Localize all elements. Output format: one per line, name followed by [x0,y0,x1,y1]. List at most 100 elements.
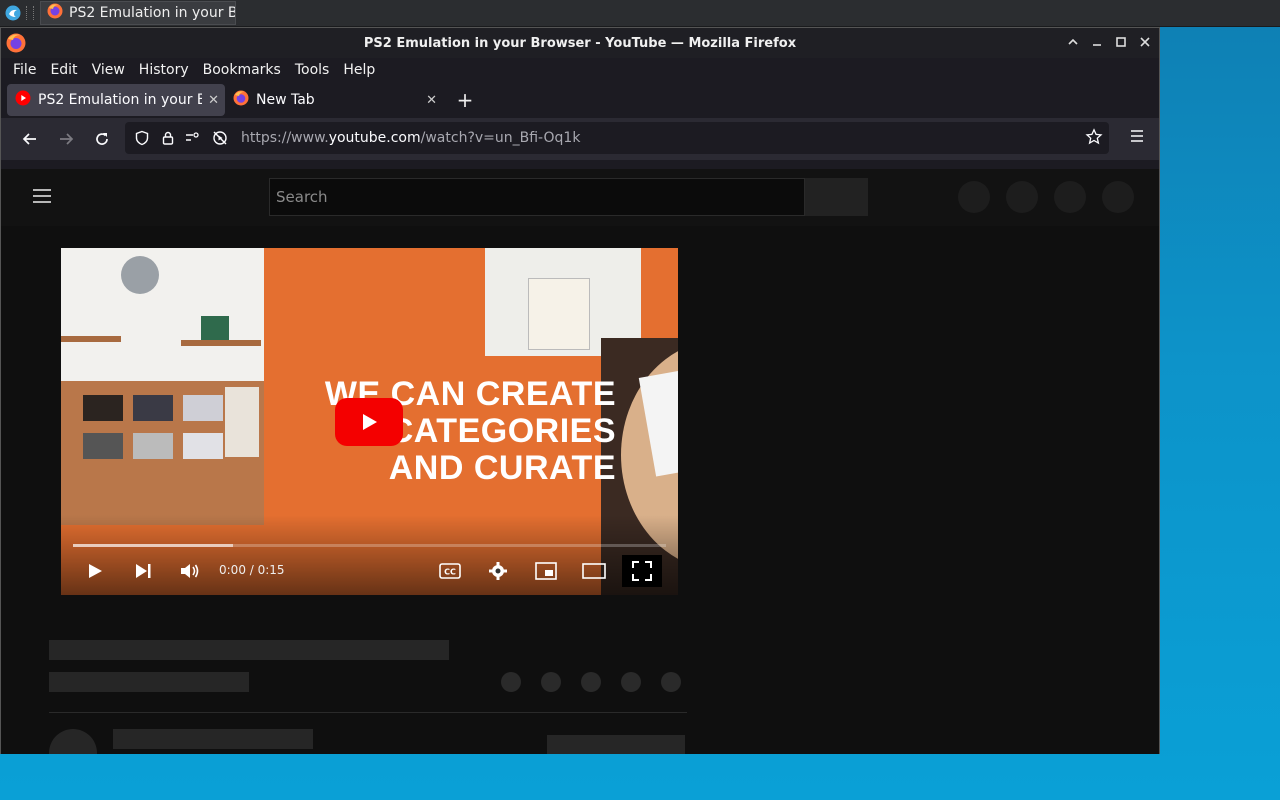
tab-label: New Tab [256,92,315,108]
large-play-button[interactable] [335,398,403,446]
youtube-search-input[interactable] [270,179,804,215]
subtitle-placeholder [49,672,249,692]
autoplay-blocked-icon[interactable] [207,130,233,146]
gear-icon [489,562,507,580]
bookmark-star-icon[interactable] [1085,128,1103,150]
captions-button[interactable]: CC [437,555,463,587]
thumbnail-lamp [121,256,159,294]
overlay-line: CATEGORIES [388,412,616,450]
tab-youtube[interactable]: PS2 Emulation in your Browser - YouTube … [7,84,225,116]
thumbnail-clothes [183,433,223,459]
header-icon-placeholder[interactable] [1102,181,1134,213]
youtube-search-button[interactable] [805,178,868,216]
menu-help[interactable]: Help [336,62,382,78]
thumbnail-box [201,316,229,340]
lock-icon[interactable] [155,130,181,146]
action-placeholder [621,672,641,692]
channel-placeholder [113,729,313,749]
forward-arrow-icon [60,133,74,145]
youtube-search-box[interactable] [269,178,805,216]
thumbnail-shelf [181,340,261,346]
youtube-menu-icon[interactable] [33,189,51,207]
closed-captions-icon: CC [439,563,461,579]
menu-edit[interactable]: Edit [43,62,84,78]
back-button[interactable] [12,123,48,155]
firefox-logo-icon [6,33,26,53]
progress-bar-fill [73,544,234,547]
action-placeholder [661,672,681,692]
avatar-placeholder [49,729,97,754]
subscribe-placeholder [547,735,685,754]
thumbnail-hanging-shirts [225,387,259,457]
new-tab-button[interactable]: + [451,86,479,114]
next-button[interactable] [131,555,155,587]
thumbnail-shelf [61,336,121,342]
close-window-icon[interactable] [1137,34,1153,50]
firefox-favicon-icon [233,90,249,110]
window-title: PS2 Emulation in your Browser - YouTube … [363,35,797,51]
header-icon-placeholder[interactable] [1054,181,1086,213]
thumbnail-clothes [83,395,123,421]
miniplayer-button[interactable] [533,555,559,587]
url-bar[interactable]: https://www.youtube.com/watch?v=un_Bfi-O… [125,122,1109,154]
skip-next-icon [136,564,151,578]
play-button[interactable] [83,555,107,587]
play-icon [89,564,102,578]
reload-icon [96,133,108,145]
fullscreen-icon [632,561,652,581]
volume-button[interactable] [177,555,203,587]
thumbnail-clothes [133,433,173,459]
theater-mode-button[interactable] [581,555,607,587]
menu-bookmarks[interactable]: Bookmarks [196,62,288,78]
menu-bar: File Edit View History Bookmarks Tools H… [1,58,1159,82]
youtube-favicon-icon [15,90,31,110]
close-tab-icon[interactable]: ✕ [208,93,219,108]
overlay-line: WE CAN CREATE [324,375,616,413]
action-placeholder [581,672,601,692]
page-content: WE CAN CREATE CATEGORIES AND CURATE [1,169,1159,754]
theater-mode-icon [582,563,606,579]
video-player[interactable]: WE CAN CREATE CATEGORIES AND CURATE 0:00… [61,248,678,595]
taskbar-task-firefox[interactable]: PS2 Emulation in your B... [40,1,236,25]
fullscreen-button[interactable] [622,555,662,587]
url-text[interactable]: https://www.youtube.com/watch?v=un_Bfi-O… [241,130,580,146]
menu-history[interactable]: History [132,62,196,78]
maximize-icon[interactable] [1113,34,1129,50]
permissions-icon[interactable] [181,130,207,146]
keep-above-icon[interactable] [1065,34,1081,50]
thumbnail-shop-scene [61,248,264,525]
title-bar: PS2 Emulation in your Browser - YouTube … [1,28,1159,58]
svg-text:CC: CC [444,568,456,577]
header-icon-placeholder[interactable] [1006,181,1038,213]
video-progress-bar[interactable] [73,544,666,547]
app-menu-icon[interactable] [1129,129,1145,147]
reload-button[interactable] [84,123,120,155]
tab-label: PS2 Emulation in your Browser - YouTube [38,92,202,108]
taskbar: PS2 Emulation in your B... [0,0,1280,27]
settings-button[interactable] [485,555,511,587]
url-scheme: https://www. [241,130,329,146]
tracking-protection-shield-icon[interactable] [129,130,155,146]
browser-window: PS2 Emulation in your Browser - YouTube … [0,27,1160,754]
player-controls: 0:00 / 0:15 CC [61,555,678,587]
title-placeholder [49,640,449,660]
menu-tools[interactable]: Tools [288,62,337,78]
close-tab-icon[interactable]: ✕ [426,93,437,108]
forward-button[interactable] [48,123,84,155]
video-overlay-text: WE CAN CREATE CATEGORIES AND CURATE [276,376,616,487]
menu-file[interactable]: File [6,62,43,78]
window-controls [1065,34,1153,50]
header-icon-placeholder[interactable] [958,181,990,213]
content-divider [49,712,687,713]
taskbar-separator [26,6,34,20]
firefox-icon [47,3,63,23]
thumbnail-tote-bag [528,278,590,350]
menu-view[interactable]: View [85,62,132,78]
start-menu-icon[interactable] [4,4,22,22]
minimize-icon[interactable] [1089,34,1105,50]
overlay-line: AND CURATE [388,449,616,487]
youtube-header [1,169,1159,226]
action-placeholder [501,672,521,692]
tab-new-tab[interactable]: New Tab ✕ [225,84,443,116]
thumbnail-shelving [61,381,264,525]
